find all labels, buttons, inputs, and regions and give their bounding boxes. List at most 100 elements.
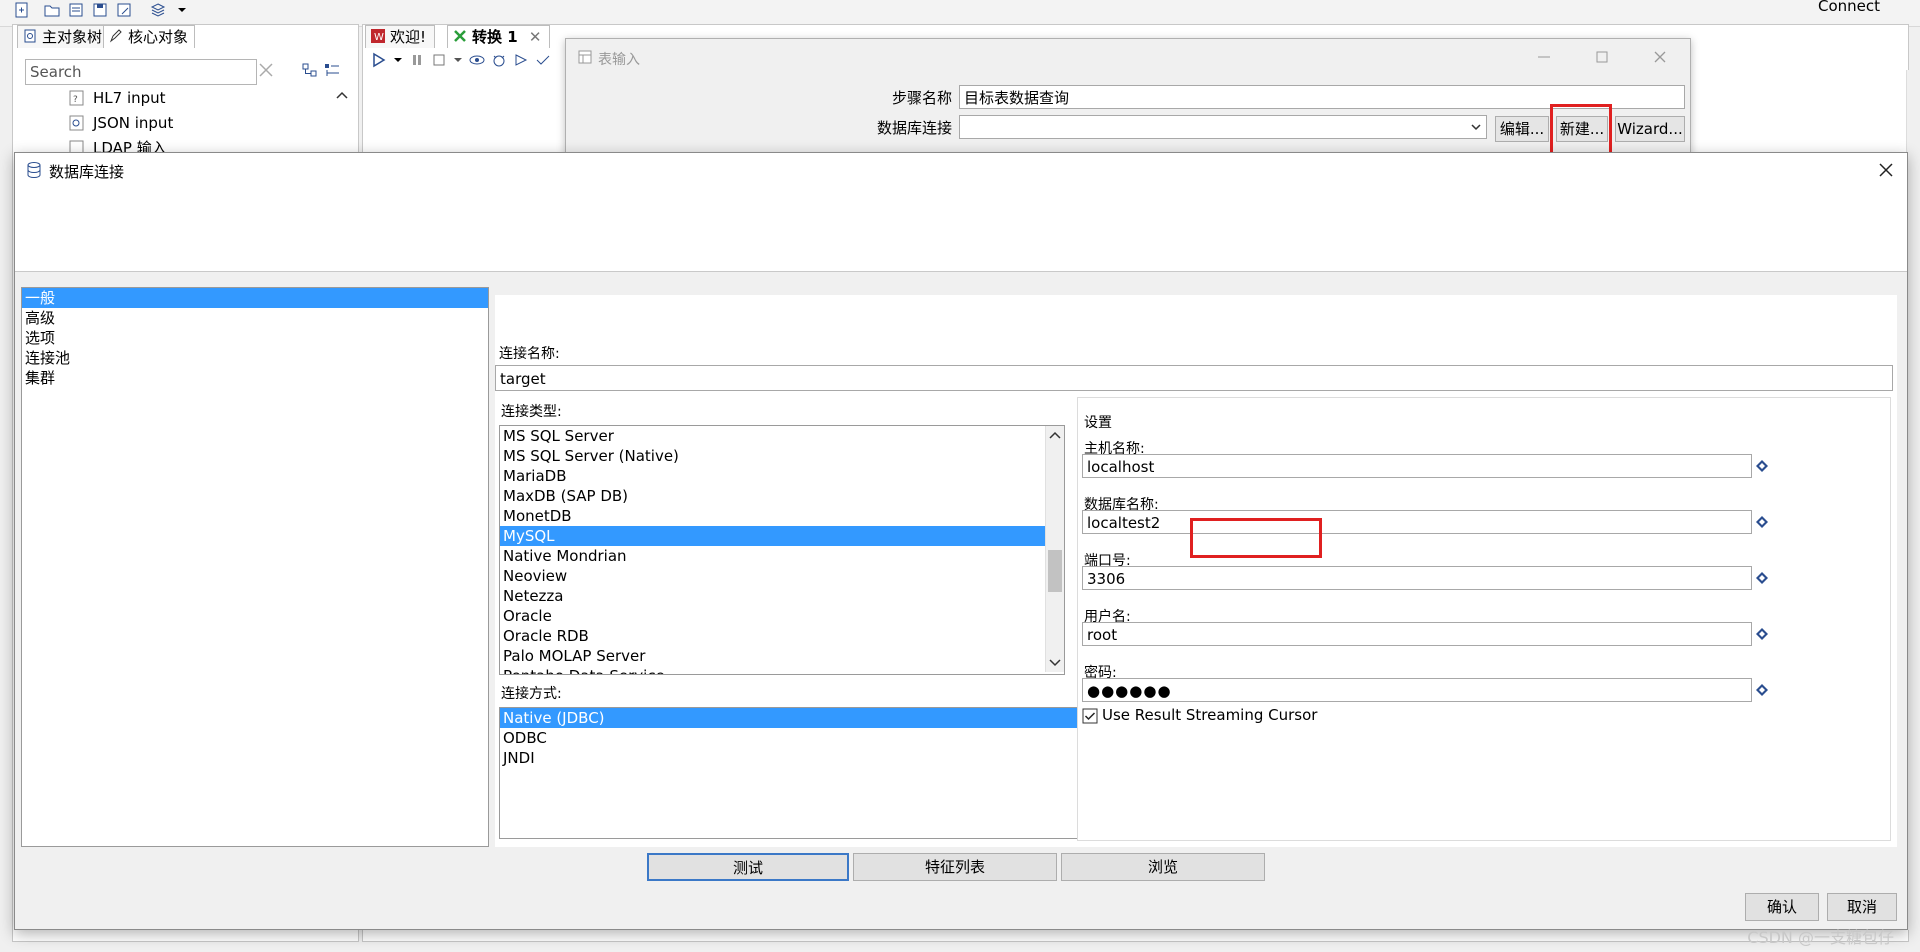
nav-item-general[interactable]: 一般 [22,288,488,308]
connection-type-item[interactable]: MariaDB [500,466,1046,486]
variable-icon[interactable] [1756,628,1768,640]
connection-type-item[interactable]: MS SQL Server (Native) [500,446,1046,466]
highlight-new-button [1550,104,1612,156]
tree-icon [24,29,36,43]
tab-transformation-1[interactable]: 转换 1 ✕ [447,25,551,48]
editor-toolbar [371,52,551,68]
settings-group: 设置 主机名称: localhost 数据库名称: localtest2 端口号… [1077,397,1891,841]
connection-type-item[interactable]: MonetDB [500,506,1046,526]
settings-nav-list: 一般 高级 选项 连接池 集群 [21,287,489,847]
database-connection-dialog: 数据库连接 一般 高级 选项 连接池 集群 连接名称: target 连接类型:… [14,152,1908,930]
search-input[interactable]: Search [25,59,257,85]
replay-icon[interactable] [513,52,529,68]
streaming-cursor-label: Use Result Streaming Cursor [1102,706,1318,724]
connection-type-item[interactable]: Palo MOLAP Server [500,646,1046,666]
step-name-label: 步骤名称 [891,89,952,107]
tree-item-hl7-input[interactable]: ? HL7 input [65,87,166,109]
stop-icon[interactable] [431,52,447,68]
streaming-cursor-checkbox[interactable] [1082,708,1098,724]
save-as-icon[interactable] [116,2,132,18]
connection-type-list: MS SQL Server MS SQL Server (Native) Maria… [499,425,1065,675]
maximize-icon[interactable] [1592,47,1612,67]
verify-icon[interactable] [535,52,551,68]
connection-type-item[interactable]: Native Mondrian [500,546,1046,566]
table-input-dialog: 表输入 步骤名称 目标表数据查询 数据库连接 编辑... 新建... Wizar… [565,38,1691,162]
welcome-icon: W [371,29,385,43]
variable-icon[interactable] [1756,460,1768,472]
ok-button[interactable]: 确认 [1745,893,1819,921]
db-connection-select[interactable] [959,115,1487,139]
nav-item-pooling[interactable]: 连接池 [22,348,488,368]
connection-type-scrollbar[interactable] [1045,426,1064,672]
clear-search-icon[interactable] [257,61,275,79]
editor-scrollbar[interactable] [1906,70,1920,930]
variable-icon[interactable] [1756,572,1768,584]
username-input[interactable]: root [1082,622,1752,646]
explore-repo-icon[interactable] [68,2,84,18]
host-name-input[interactable]: localhost [1082,454,1752,478]
connection-type-item[interactable]: Pentaho Data Service [500,666,1046,674]
connection-type-item[interactable]: MaxDB (SAP DB) [500,486,1046,506]
general-settings-panel: 连接名称: target 连接类型: MS SQL Server MS SQL S… [495,295,1897,847]
explore-button[interactable]: 浏览 [1061,853,1265,881]
tab-core-objects[interactable]: 核心对象 [103,25,196,48]
dialog-header: 数据库连接 [15,153,1907,272]
scroll-up-icon[interactable] [1048,430,1062,440]
variable-icon[interactable] [1756,516,1768,528]
test-button[interactable]: 测试 [647,853,849,881]
close-icon[interactable] [1875,159,1897,181]
main-toolbar: Connect [0,0,1920,27]
port-input[interactable]: 3306 [1082,566,1752,590]
connection-type-label: 连接类型: [501,404,562,420]
json-input-icon [69,115,84,131]
nav-item-options[interactable]: 选项 [22,328,488,348]
nav-item-cluster[interactable]: 集群 [22,368,488,388]
run-icon[interactable] [371,52,387,68]
minimize-icon[interactable] [1534,47,1554,67]
connection-name-label: 连接名称: [499,346,560,362]
scrollbar-thumb[interactable] [1048,550,1062,592]
tab-welcome[interactable]: W 欢迎! [365,25,436,48]
wizard-button[interactable]: Wizard... [1615,116,1685,142]
new-file-icon[interactable] [14,2,30,18]
nav-item-advanced[interactable]: 高级 [22,308,488,328]
run-options-icon[interactable] [393,52,403,68]
connection-type-item[interactable]: Oracle RDB [500,626,1046,646]
pause-icon[interactable] [409,52,425,68]
connection-type-item[interactable]: Oracle [500,606,1046,626]
watermark: CSDN @一支糖包仔 [1747,928,1894,947]
scroll-up-icon[interactable] [335,89,349,103]
stop-options-icon[interactable] [453,52,463,68]
connection-type-item[interactable]: MySQL [500,526,1046,546]
connection-type-item[interactable]: MS SQL Server [500,426,1046,446]
open-folder-icon[interactable] [44,2,60,18]
highlight-database-name [1190,518,1322,558]
variable-icon[interactable] [1756,684,1768,696]
pencil-icon [109,29,122,43]
connect-button[interactable]: Connect [1818,0,1880,15]
close-icon[interactable] [1650,47,1670,67]
database-name-input[interactable]: localtest2 [1082,510,1752,534]
cancel-button[interactable]: 取消 [1827,893,1897,921]
save-icon[interactable] [92,2,108,18]
connection-type-item[interactable]: Netezza [500,586,1046,606]
scroll-down-icon[interactable] [1048,658,1062,668]
table-input-icon [578,50,592,64]
db-connection-label: 数据库连接 [876,119,952,137]
chevron-down-icon[interactable] [176,2,192,18]
access-method-label: 连接方式: [501,686,562,702]
edit-button[interactable]: 编辑... [1495,116,1549,142]
collapse-tree-icon[interactable] [323,61,341,79]
tab-close-icon[interactable]: ✕ [529,28,542,46]
debug-icon[interactable] [491,52,507,68]
password-input[interactable]: ●●●●●● [1082,678,1752,702]
feature-list-button[interactable]: 特征列表 [853,853,1057,881]
preview-icon[interactable] [469,52,485,68]
connection-type-item[interactable]: Neoview [500,566,1046,586]
tree-item-json-input[interactable]: JSON input [65,112,173,134]
chevron-down-icon[interactable] [1470,121,1482,133]
layers-icon[interactable] [150,2,166,18]
connection-name-input[interactable]: target [495,365,1893,391]
tab-main-object-tree[interactable]: 主对象树 [17,25,110,48]
expand-tree-icon[interactable] [301,61,319,79]
